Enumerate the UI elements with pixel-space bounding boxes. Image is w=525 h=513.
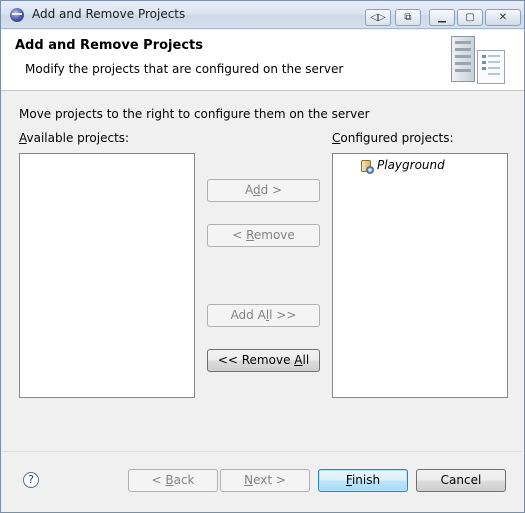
next-button[interactable]: Next >	[220, 469, 310, 492]
help-icon[interactable]: ?	[23, 472, 39, 488]
project-icon	[360, 159, 374, 174]
minimize-icon[interactable]: ▁	[429, 9, 455, 26]
restore-icon[interactable]: ◁▷	[365, 9, 391, 26]
configured-projects-list[interactable]: Playground	[332, 153, 508, 398]
list-item-playground[interactable]: Playground	[357, 156, 505, 176]
available-projects-label: Available projects:	[19, 131, 130, 145]
add-all-button[interactable]: Add All >>	[207, 304, 320, 327]
server-icon	[451, 36, 507, 86]
instruction-text: Move projects to the right to configure …	[19, 107, 370, 121]
window-title: Add and Remove Projects	[32, 7, 186, 21]
add-button[interactable]: Add >	[207, 179, 320, 202]
back-button[interactable]: < Back	[128, 469, 218, 492]
banner-description: Modify the projects that are configured …	[25, 62, 344, 76]
title-bar[interactable]: Add and Remove Projects ◁▷ ⧉ ▁ ▢ ✕	[1, 1, 524, 29]
maximize-icon[interactable]: ▢	[457, 9, 483, 26]
available-projects-list[interactable]	[19, 153, 195, 398]
footer-divider	[2, 451, 523, 452]
eclipse-app-icon	[10, 8, 24, 22]
remove-all-button[interactable]: << Remove All	[207, 349, 320, 372]
wizard-banner: Add and Remove Projects Modify the proje…	[1, 30, 524, 91]
float-window-icon[interactable]: ⧉	[395, 9, 421, 26]
banner-title: Add and Remove Projects	[15, 38, 203, 53]
close-icon[interactable]: ✕	[485, 9, 521, 26]
remove-button[interactable]: < Remove	[207, 224, 320, 247]
finish-button[interactable]: Finish	[318, 469, 408, 492]
dialog-window: Add and Remove Projects ◁▷ ⧉ ▁ ▢ ✕ Add a…	[0, 0, 525, 513]
cancel-button[interactable]: Cancel	[416, 469, 506, 492]
list-item-label: Playground	[377, 158, 445, 172]
configured-projects-label: Configured projects:	[332, 131, 454, 145]
